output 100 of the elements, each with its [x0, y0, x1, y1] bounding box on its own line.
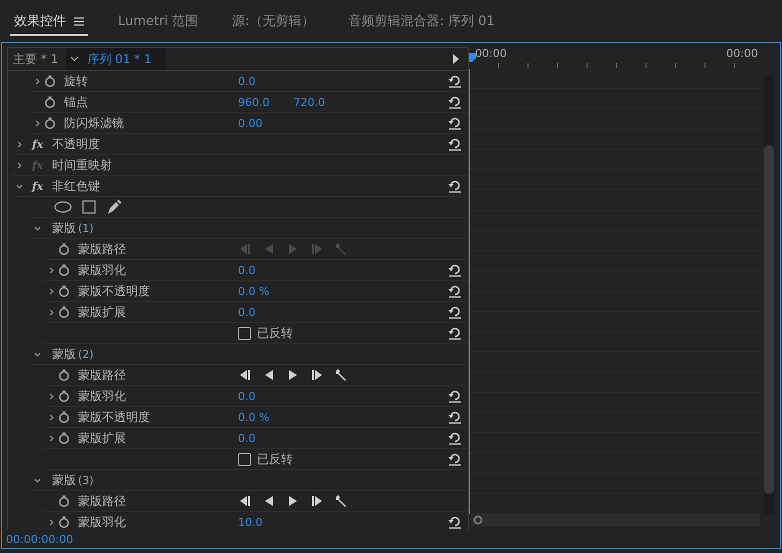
property-value[interactable]: 0.0 %: [238, 284, 270, 298]
menu-icon[interactable]: [74, 16, 84, 26]
playhead-icon[interactable]: [469, 53, 476, 62]
property-value[interactable]: 960.0: [238, 96, 270, 108]
stopwatch-icon[interactable]: [58, 411, 70, 423]
property-label: 蒙版羽化: [78, 262, 126, 278]
fx-toggle[interactable]: fx: [32, 138, 52, 150]
reset-button[interactable]: [448, 431, 462, 445]
effect-label: 时间重映射: [52, 156, 112, 174]
panel-tab[interactable]: 音频剪辑混合器: 序列 01: [344, 12, 499, 36]
reset-button[interactable]: [448, 515, 462, 529]
mask-label: 蒙版 (1): [52, 220, 94, 236]
property-label: 蒙版羽化: [78, 388, 126, 404]
reset-button[interactable]: [448, 305, 462, 319]
mask-label: 蒙版 (3): [52, 472, 94, 488]
reset-button[interactable]: [448, 263, 462, 277]
property-label: 蒙版扩展: [78, 304, 126, 320]
ruler-time: 00:00: [726, 47, 758, 60]
reset-button[interactable]: [448, 95, 462, 109]
checkbox[interactable]: [238, 452, 251, 466]
chevron-icon[interactable]: [48, 518, 54, 526]
property-label: 蒙版扩展: [78, 430, 126, 446]
effect-label: 非红色键: [52, 178, 100, 194]
track-backward-icon[interactable]: [238, 368, 252, 382]
property-label: 蒙版路径: [78, 366, 126, 384]
stopwatch-icon[interactable]: [44, 117, 56, 129]
reset-button[interactable]: [448, 410, 462, 424]
property-value[interactable]: 0.0: [238, 264, 256, 276]
property-value[interactable]: 720.0: [294, 96, 325, 108]
property-label: 蒙版不透明度: [78, 282, 150, 300]
stopwatch-icon[interactable]: [58, 495, 70, 507]
property-label: 蒙版羽化: [78, 514, 126, 530]
sequence-dropdown[interactable]: 序列 01 * 1: [66, 48, 166, 70]
checkbox[interactable]: [238, 326, 251, 340]
checkbox-label: 已反转: [257, 324, 293, 342]
zoom-handle-icon[interactable]: [473, 515, 483, 525]
reset-button[interactable]: [448, 74, 462, 88]
reset-button[interactable]: [448, 137, 462, 151]
stopwatch-icon[interactable]: [44, 96, 56, 108]
chevron-icon[interactable]: [34, 476, 40, 484]
panel-tab[interactable]: 源:（无剪辑）: [228, 12, 318, 36]
master-clip-label[interactable]: 主要 * 1: [8, 50, 66, 68]
play-triangle-icon[interactable]: [452, 54, 460, 64]
chevron-icon[interactable]: [48, 288, 54, 294]
stopwatch-icon[interactable]: [58, 243, 70, 255]
rectangle-tool-icon[interactable]: [82, 200, 96, 214]
timecode[interactable]: 00:00:00:00: [6, 532, 74, 546]
chevron-icon[interactable]: [34, 120, 40, 126]
stopwatch-icon[interactable]: [58, 516, 70, 528]
panel-tab[interactable]: Lumetri 范围: [114, 12, 202, 36]
mask-label: 蒙版 (2): [52, 346, 94, 362]
stopwatch-icon[interactable]: [58, 285, 70, 297]
stopwatch-icon[interactable]: [58, 390, 70, 402]
chevron-icon[interactable]: [34, 78, 40, 84]
stopwatch-icon[interactable]: [58, 432, 70, 444]
property-label: 蒙版路径: [78, 492, 126, 510]
property-value[interactable]: 0.0: [238, 74, 256, 88]
property-label: 旋转: [64, 72, 88, 90]
property-value[interactable]: 0.00: [238, 116, 262, 130]
reset-button[interactable]: [448, 326, 462, 340]
chevron-icon[interactable]: [48, 414, 54, 420]
horizontal-scrollbar[interactable]: [471, 514, 760, 526]
chevron-icon[interactable]: [16, 182, 22, 190]
track-forward-icon[interactable]: [310, 494, 324, 508]
reset-button[interactable]: [448, 389, 462, 403]
chevron-icon[interactable]: [16, 140, 22, 148]
property-value[interactable]: 0.0: [238, 432, 256, 444]
reset-button[interactable]: [448, 179, 462, 193]
reset-button[interactable]: [448, 452, 462, 466]
vertical-scrollbar[interactable]: [764, 75, 774, 514]
chevron-icon[interactable]: [34, 224, 40, 232]
chevron-icon[interactable]: [48, 392, 54, 400]
chevron-icon[interactable]: [16, 162, 22, 168]
chevron-icon[interactable]: [48, 434, 54, 442]
fx-toggle[interactable]: fx: [32, 180, 52, 192]
track-backward-icon[interactable]: [238, 494, 252, 508]
property-value[interactable]: 0.0 %: [238, 410, 270, 424]
chevron-icon[interactable]: [34, 350, 40, 358]
reset-button[interactable]: [448, 284, 462, 298]
stopwatch-icon[interactable]: [58, 306, 70, 318]
property-value[interactable]: 0.0: [238, 306, 256, 318]
property-value[interactable]: 10.0: [238, 516, 262, 528]
wrench-icon[interactable]: [334, 368, 348, 382]
pen-tool-icon[interactable]: [106, 199, 122, 215]
chevron-icon[interactable]: [48, 308, 54, 316]
panel-tab[interactable]: 效果控件: [10, 12, 88, 36]
time-ruler[interactable]: 00:00 00:00: [469, 47, 780, 69]
reset-button[interactable]: [448, 116, 462, 130]
wrench-icon[interactable]: [334, 494, 348, 508]
track-forward-icon[interactable]: [310, 368, 324, 382]
ellipse-tool-icon[interactable]: [54, 201, 72, 213]
property-label: 锚点: [64, 94, 88, 110]
property-label: 蒙版路径: [78, 240, 126, 258]
property-label: 防闪烁滤镜: [64, 114, 124, 132]
chevron-icon[interactable]: [48, 266, 54, 274]
property-value[interactable]: 0.0: [238, 390, 256, 402]
stopwatch-icon[interactable]: [58, 369, 70, 381]
stopwatch-icon[interactable]: [58, 264, 70, 276]
checkbox-label: 已反转: [257, 450, 293, 468]
stopwatch-icon[interactable]: [44, 75, 56, 87]
